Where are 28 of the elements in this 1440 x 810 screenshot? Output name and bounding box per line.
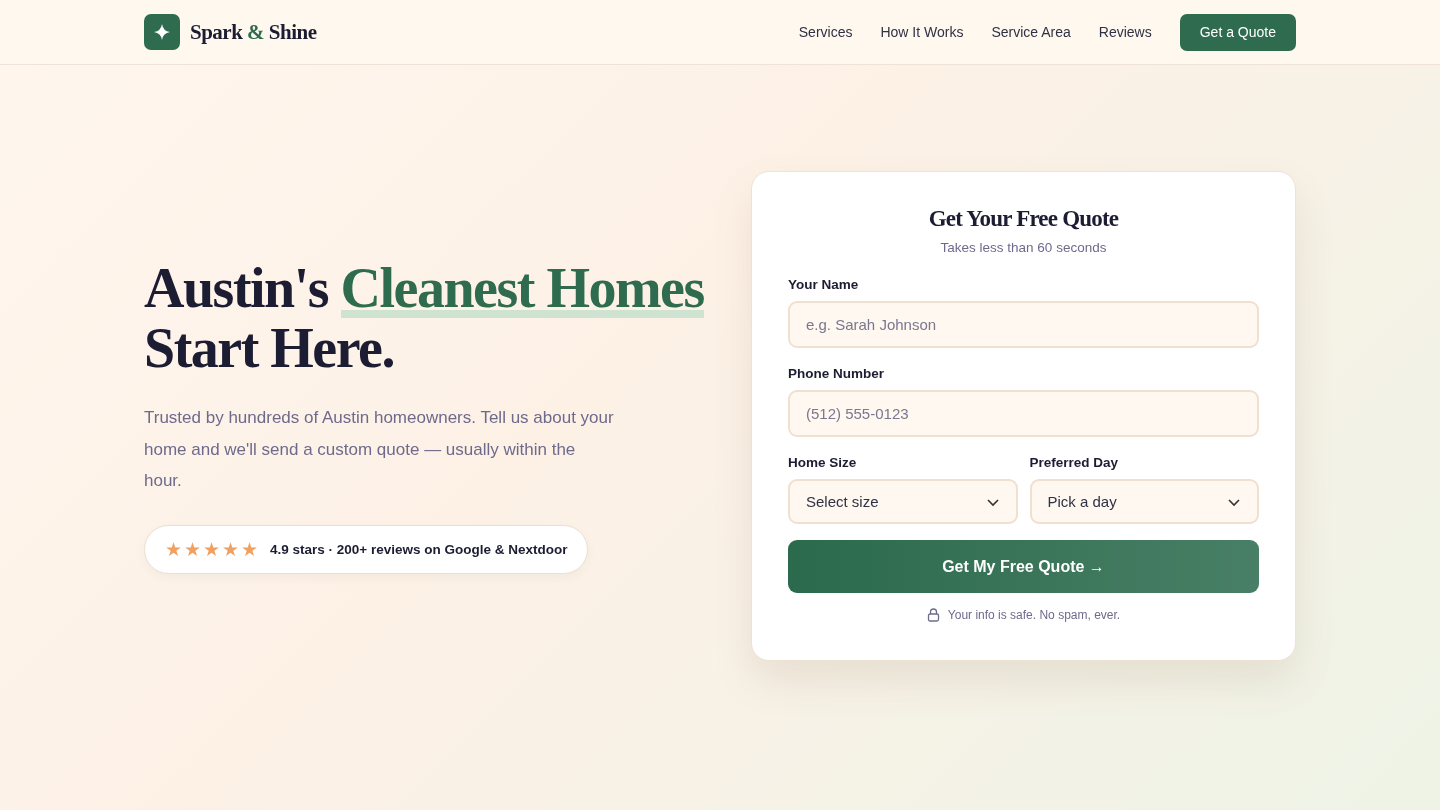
star-icon: ★ [165,539,182,559]
brand-name: Spark & Shine [190,19,317,45]
star-icon: ★ [184,539,201,559]
nav-link[interactable]: Reviews [1098,24,1152,40]
field-label: Home Size [788,455,858,470]
star-icon: ★ [203,539,220,559]
get-quote-button[interactable]: Get a Quote [1179,13,1296,51]
field-label: Preferred Day [1029,455,1120,470]
form-subtitle: Takes less than 60 seconds [939,240,1108,255]
select-field[interactable]: Pick a day [1029,479,1259,524]
field-label: Phone Number [788,366,885,381]
privacy-note: Your info is safe. No spam, ever. [947,608,1121,622]
nav-link[interactable]: Service Area [991,24,1071,40]
select-field[interactable]: Select size [788,479,1018,524]
input-field[interactable]: (512) 555-0123 [788,390,1259,437]
star-icon: ★ [241,539,258,559]
lock-icon [926,608,940,622]
nav-link[interactable]: How It Works [880,24,964,40]
star-icon: ★ [222,539,239,559]
form-title: Get Your Free Quote [927,206,1120,232]
hero-heading: Austin's Cleanest Homes Start Here. [144,258,705,379]
submit-button[interactable]: Get My Free Quote → [788,540,1259,593]
field-label: Your Name [788,277,860,292]
input-field[interactable]: e.g. Sarah Johnson [788,301,1259,348]
sparkle-logo-icon [144,14,180,50]
nav-link[interactable]: Services [798,24,853,40]
hero-subtitle: Trusted by hundreds of Austin homeowners. Tell us about your home and we'll send a custom quote — usually within the hour. [144,407,614,493]
rating-text: 4.9 stars · 200+ reviews on Google & Nextdoor [270,541,568,557]
